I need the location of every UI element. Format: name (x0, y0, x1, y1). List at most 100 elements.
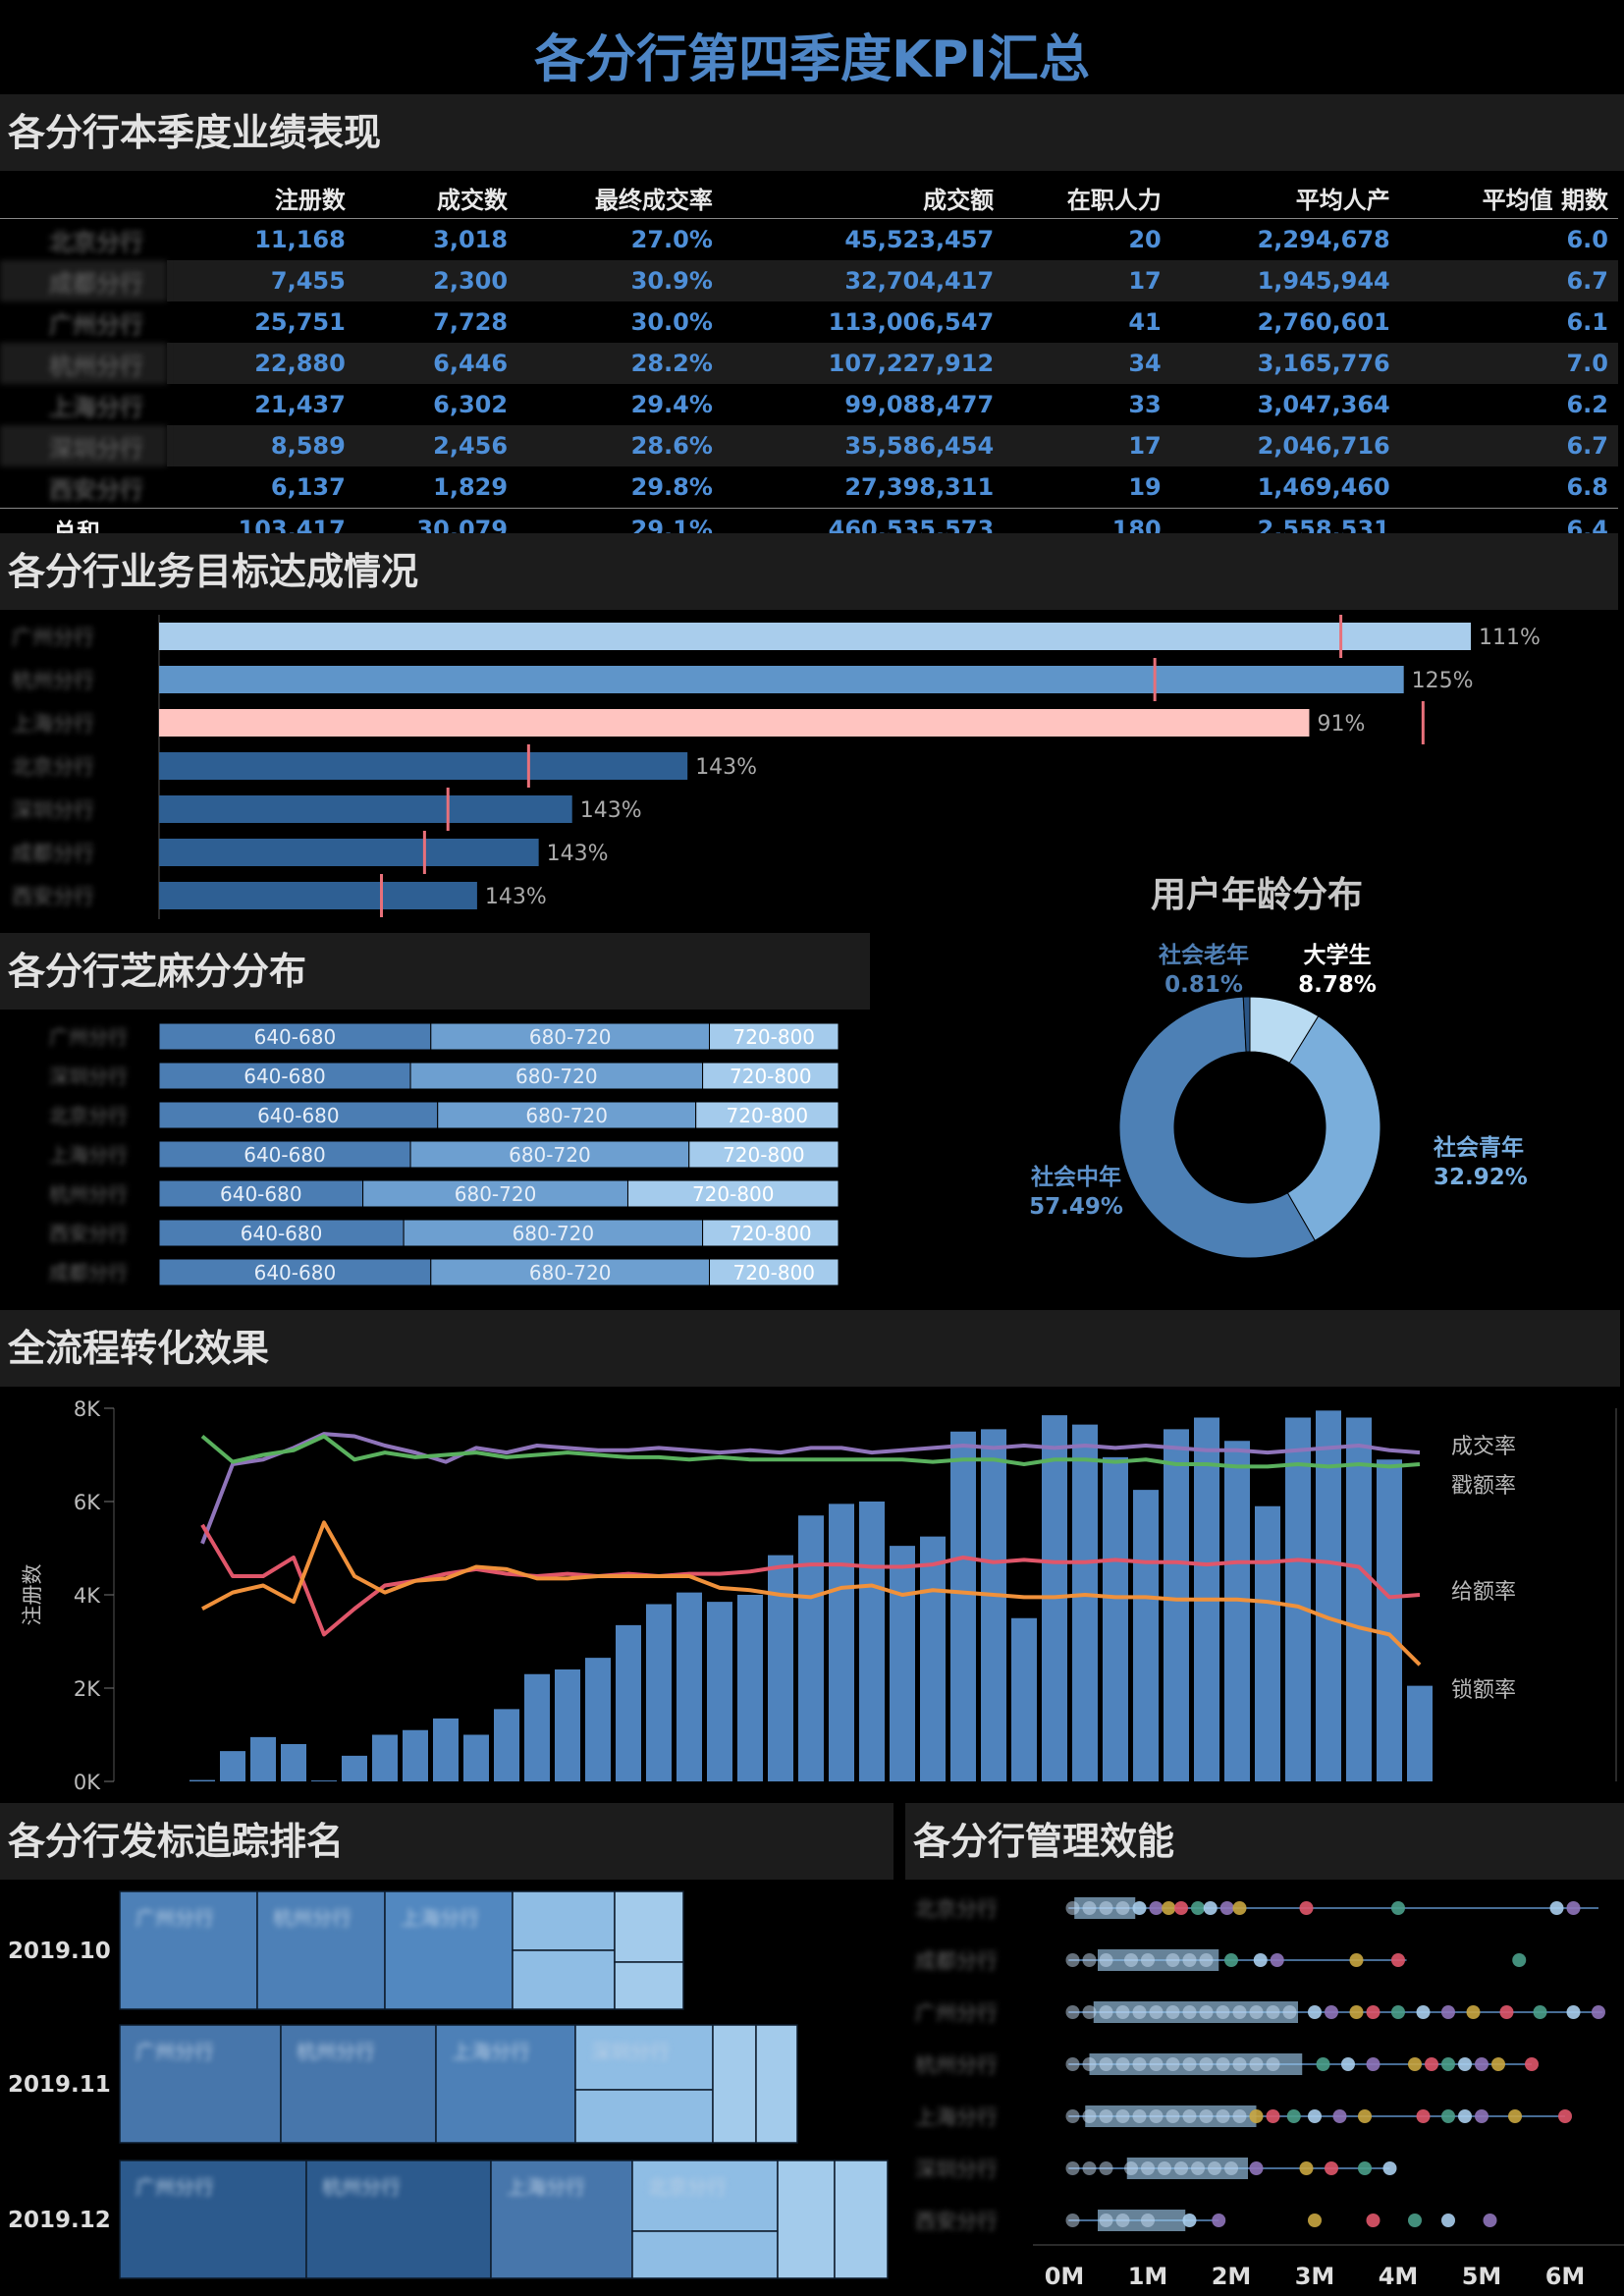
category-label: 西安分行 (49, 1222, 128, 1245)
data-point (1216, 2109, 1230, 2123)
y-tick-label: 4K (74, 1584, 101, 1608)
page-title: 各分行第四季度KPI汇总 (534, 30, 1090, 89)
data-point (1325, 2161, 1338, 2175)
table-header-cell: 最终成交率 (517, 177, 723, 219)
slice-label: 社会青年 (1434, 1134, 1524, 1161)
segment-label: 640-680 (254, 1261, 337, 1285)
efficiency-header: 各分行管理效能 (905, 1803, 1624, 1880)
table-cell: 21,437 (254, 391, 346, 418)
data-point (1199, 2005, 1214, 2019)
data-point (1208, 2161, 1221, 2175)
data-point (1182, 2005, 1197, 2019)
table-cell: 28.6% (517, 425, 723, 466)
table-cell: 2,300 (354, 260, 518, 301)
table-header-cell: 在职人力 (1003, 177, 1171, 219)
data-point (1592, 2005, 1605, 2019)
x-tick-label: 3M (1295, 2263, 1335, 2290)
bar (737, 1595, 763, 1781)
data-point (1082, 2057, 1097, 2071)
data-point (1115, 2109, 1130, 2123)
data-point (1416, 2109, 1431, 2123)
table-header-cell: 平均值 期数 (1399, 177, 1618, 219)
table-cell: 2,294,678 (1257, 226, 1390, 253)
table-row: 广州分行 25,751 7,728 30.0% 113,006,547 41 2,760,6… (0, 301, 1618, 343)
target-header: 各分行业务目标达成情况 (0, 533, 1618, 610)
bar (159, 709, 1310, 737)
bar (494, 1709, 519, 1781)
data-point (1082, 2161, 1097, 2175)
treemap-cell-label: 广州分行 (135, 2040, 214, 2063)
table-header-cell: 注册数 (167, 177, 355, 219)
row-branch-label: 成都分行 (0, 260, 167, 301)
treemap-cell-label: 广州分行 (135, 2175, 214, 2199)
segment-label: 680-720 (529, 1025, 612, 1049)
category-label: 深圳分行 (12, 798, 94, 822)
data-point (1533, 2005, 1547, 2019)
bar (159, 752, 688, 780)
category-label: 成都分行 (49, 1261, 128, 1285)
segment-label: 720-800 (732, 1025, 815, 1049)
data-point (1266, 2109, 1280, 2123)
data-point (1391, 1953, 1405, 1967)
data-point (1132, 2005, 1147, 2019)
table-corner (0, 177, 167, 219)
table-cell: 2,760,601 (1257, 308, 1390, 336)
bar (159, 795, 572, 823)
category-label: 杭州分行 (915, 2053, 998, 2077)
data-point (1165, 2005, 1180, 2019)
data-point (1141, 2214, 1155, 2227)
row-branch-label: 深圳分行 (0, 425, 167, 466)
series-label: 成交率 (1451, 1435, 1516, 1459)
data-point (1165, 2109, 1180, 2123)
data-point (1316, 2057, 1330, 2071)
data-point (1491, 2057, 1505, 2071)
bar (433, 1718, 459, 1781)
data-point (1466, 2005, 1481, 2019)
data-point (1115, 1901, 1130, 1915)
category-label: 广州分行 (12, 626, 94, 649)
segment-label: 640-680 (241, 1222, 323, 1245)
category-label: 上海分行 (915, 2105, 998, 2129)
table-cell: 107,227,912 (722, 343, 1004, 384)
data-point (1249, 2057, 1264, 2071)
category-label: 广州分行 (49, 1025, 128, 1049)
segment-label: 640-680 (244, 1143, 326, 1167)
category-label: 广州分行 (915, 2001, 998, 2025)
data-point (1232, 2057, 1247, 2071)
data-point (1299, 2161, 1314, 2175)
category-label: 上海分行 (12, 712, 94, 736)
table-cell: 27.0% (630, 226, 713, 253)
table-cell: 32,704,417 (722, 260, 1004, 301)
data-point (1270, 1953, 1284, 1967)
treemap-cell (574, 2089, 714, 2144)
treemap-cell (512, 1949, 616, 2010)
data-point (1366, 2057, 1380, 2071)
data-point (1253, 1953, 1268, 1967)
segment-label: 680-720 (455, 1182, 537, 1206)
treemap-cell (614, 1890, 684, 1963)
kpi-table: 注册数 成交数 最终成交率 成交额 在职人力 平均人产 平均值 期数 北京分行 11,168 3… (0, 177, 1618, 550)
data-point (1358, 2161, 1372, 2175)
treemap-cell (512, 1890, 616, 1951)
period-label: 2019.12 (8, 2208, 111, 2233)
table-cell: 30.0% (630, 308, 713, 336)
table-cell: 41 (1128, 308, 1162, 336)
data-point (1349, 1953, 1364, 1967)
data-point (1149, 2109, 1164, 2123)
segment-label: 640-680 (220, 1182, 302, 1206)
data-point (1475, 2057, 1489, 2071)
bar (189, 1779, 215, 1781)
row-branch-label: 西安分行 (49, 475, 143, 504)
data-point (1425, 2057, 1438, 2071)
category-label: 北京分行 (915, 1897, 998, 1921)
period-label: 2019.11 (8, 2072, 111, 2098)
data-point (1349, 2005, 1364, 2019)
data-point (1199, 2057, 1214, 2071)
x-tick-label: 2M (1212, 2263, 1252, 2290)
table-cell: 1,945,944 (1170, 260, 1400, 301)
efficiency-boxplot: 0M 1M 2M 3M 4M 5M 6M 北京分行成都分行广州分行杭州分行上海分行深圳分行西安… (915, 1897, 1624, 2290)
data-point (1219, 1901, 1234, 1915)
x-tick-label: 5M (1462, 2263, 1502, 2290)
table-cell: 6,446 (354, 343, 518, 384)
table-cell: 11,168 (254, 226, 346, 253)
